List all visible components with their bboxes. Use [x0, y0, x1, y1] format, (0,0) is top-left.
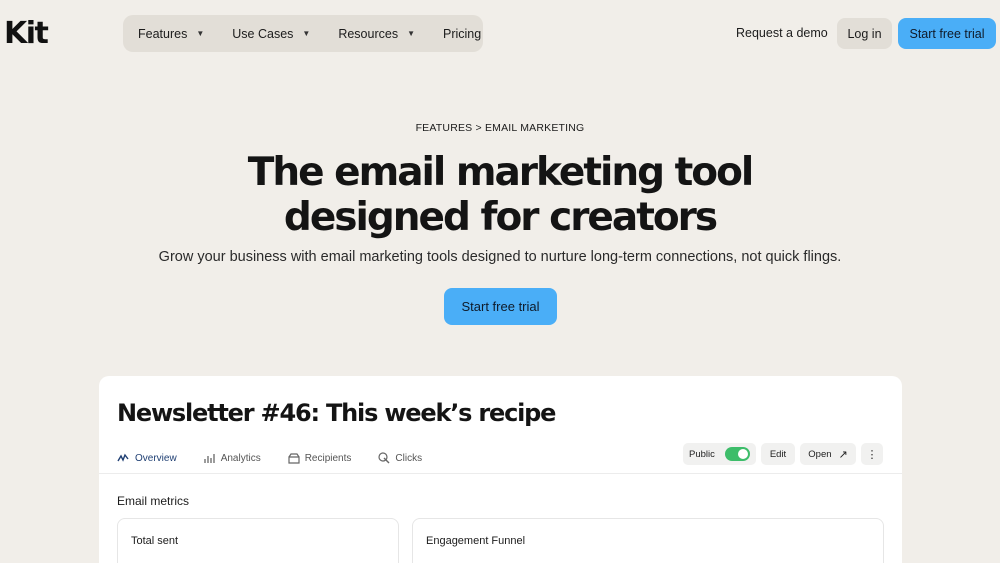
- tab-analytics[interactable]: Analytics: [204, 453, 261, 464]
- overview-icon: [117, 453, 129, 462]
- open-button[interactable]: Open ↗: [800, 443, 856, 465]
- hero-title-line-1: The email marketing tool: [247, 150, 755, 195]
- external-link-icon: ↗: [838, 448, 848, 461]
- nav-item-label: Features: [138, 26, 188, 41]
- main-nav: Features ▼ Use Cases ▼ Resources ▼ Prici…: [123, 15, 483, 52]
- nav-item-label: Resources: [338, 26, 399, 41]
- clicks-icon: [378, 452, 390, 464]
- tab-recipients[interactable]: Recipients: [288, 452, 352, 464]
- request-demo-link[interactable]: Request a demo: [736, 26, 828, 40]
- tab-label: Recipients: [304, 452, 352, 464]
- kit-logo[interactable]: Kit: [4, 17, 49, 51]
- public-toggle-control[interactable]: Public: [683, 443, 756, 465]
- hero-title-line-2: designed for creators: [283, 195, 718, 240]
- analytics-icon: [204, 453, 215, 463]
- public-toggle-switch[interactable]: [725, 447, 750, 461]
- hero-title: The email marketing tool designed for cr…: [0, 150, 1000, 240]
- tab-label: Overview: [135, 452, 177, 464]
- total-sent-panel: Total sent: [117, 518, 399, 563]
- total-sent-label: Total sent: [131, 535, 179, 547]
- chevron-down-icon: ▼: [302, 29, 311, 38]
- nav-item-resources[interactable]: Resources ▼: [338, 27, 415, 41]
- preview-tabs: Overview Analytics Recipients Clicks: [117, 452, 449, 464]
- tab-clicks[interactable]: Clicks: [378, 452, 422, 464]
- chevron-down-icon: ▼: [407, 29, 415, 38]
- nav-item-pricing[interactable]: Pricing: [443, 27, 481, 41]
- login-button[interactable]: Log in: [837, 18, 892, 49]
- public-label: Public: [689, 448, 715, 460]
- nav-item-label: Pricing: [443, 26, 482, 41]
- newsletter-title: Newsletter #46: This week’s recipe: [117, 399, 556, 427]
- tab-label: Clicks: [395, 452, 423, 464]
- engagement-funnel-label: Engagement Funnel: [426, 535, 526, 547]
- nav-item-use-cases[interactable]: Use Cases ▼: [232, 27, 310, 41]
- nav-item-features[interactable]: Features ▼: [138, 27, 204, 41]
- email-metrics-heading: Email metrics: [117, 494, 190, 508]
- breadcrumb: FEATURES > EMAIL MARKETING: [415, 122, 585, 134]
- edit-button[interactable]: Edit: [761, 443, 795, 465]
- hero-subtitle: Grow your business with email marketing …: [158, 249, 842, 265]
- newsletter-preview-card: Newsletter #46: This week’s recipe Overv…: [99, 376, 902, 563]
- recipients-icon: [288, 452, 300, 464]
- page: Kit Features ▼ Use Cases ▼ Resources ▼ P…: [0, 0, 1000, 563]
- tab-overview[interactable]: Overview: [117, 453, 177, 464]
- tabs-divider: [99, 473, 902, 474]
- start-trial-hero-button[interactable]: Start free trial: [444, 288, 557, 325]
- open-label: Open: [808, 448, 832, 460]
- tab-label: Analytics: [220, 452, 261, 464]
- engagement-funnel-panel: Engagement Funnel: [412, 518, 884, 563]
- nav-item-label: Use Cases: [232, 26, 294, 41]
- chevron-down-icon: ▼: [196, 29, 205, 38]
- more-options-button[interactable]: ⋮: [861, 443, 883, 465]
- start-trial-header-button[interactable]: Start free trial: [898, 18, 996, 49]
- preview-actions: Public Edit Open ↗ ⋮: [683, 443, 883, 465]
